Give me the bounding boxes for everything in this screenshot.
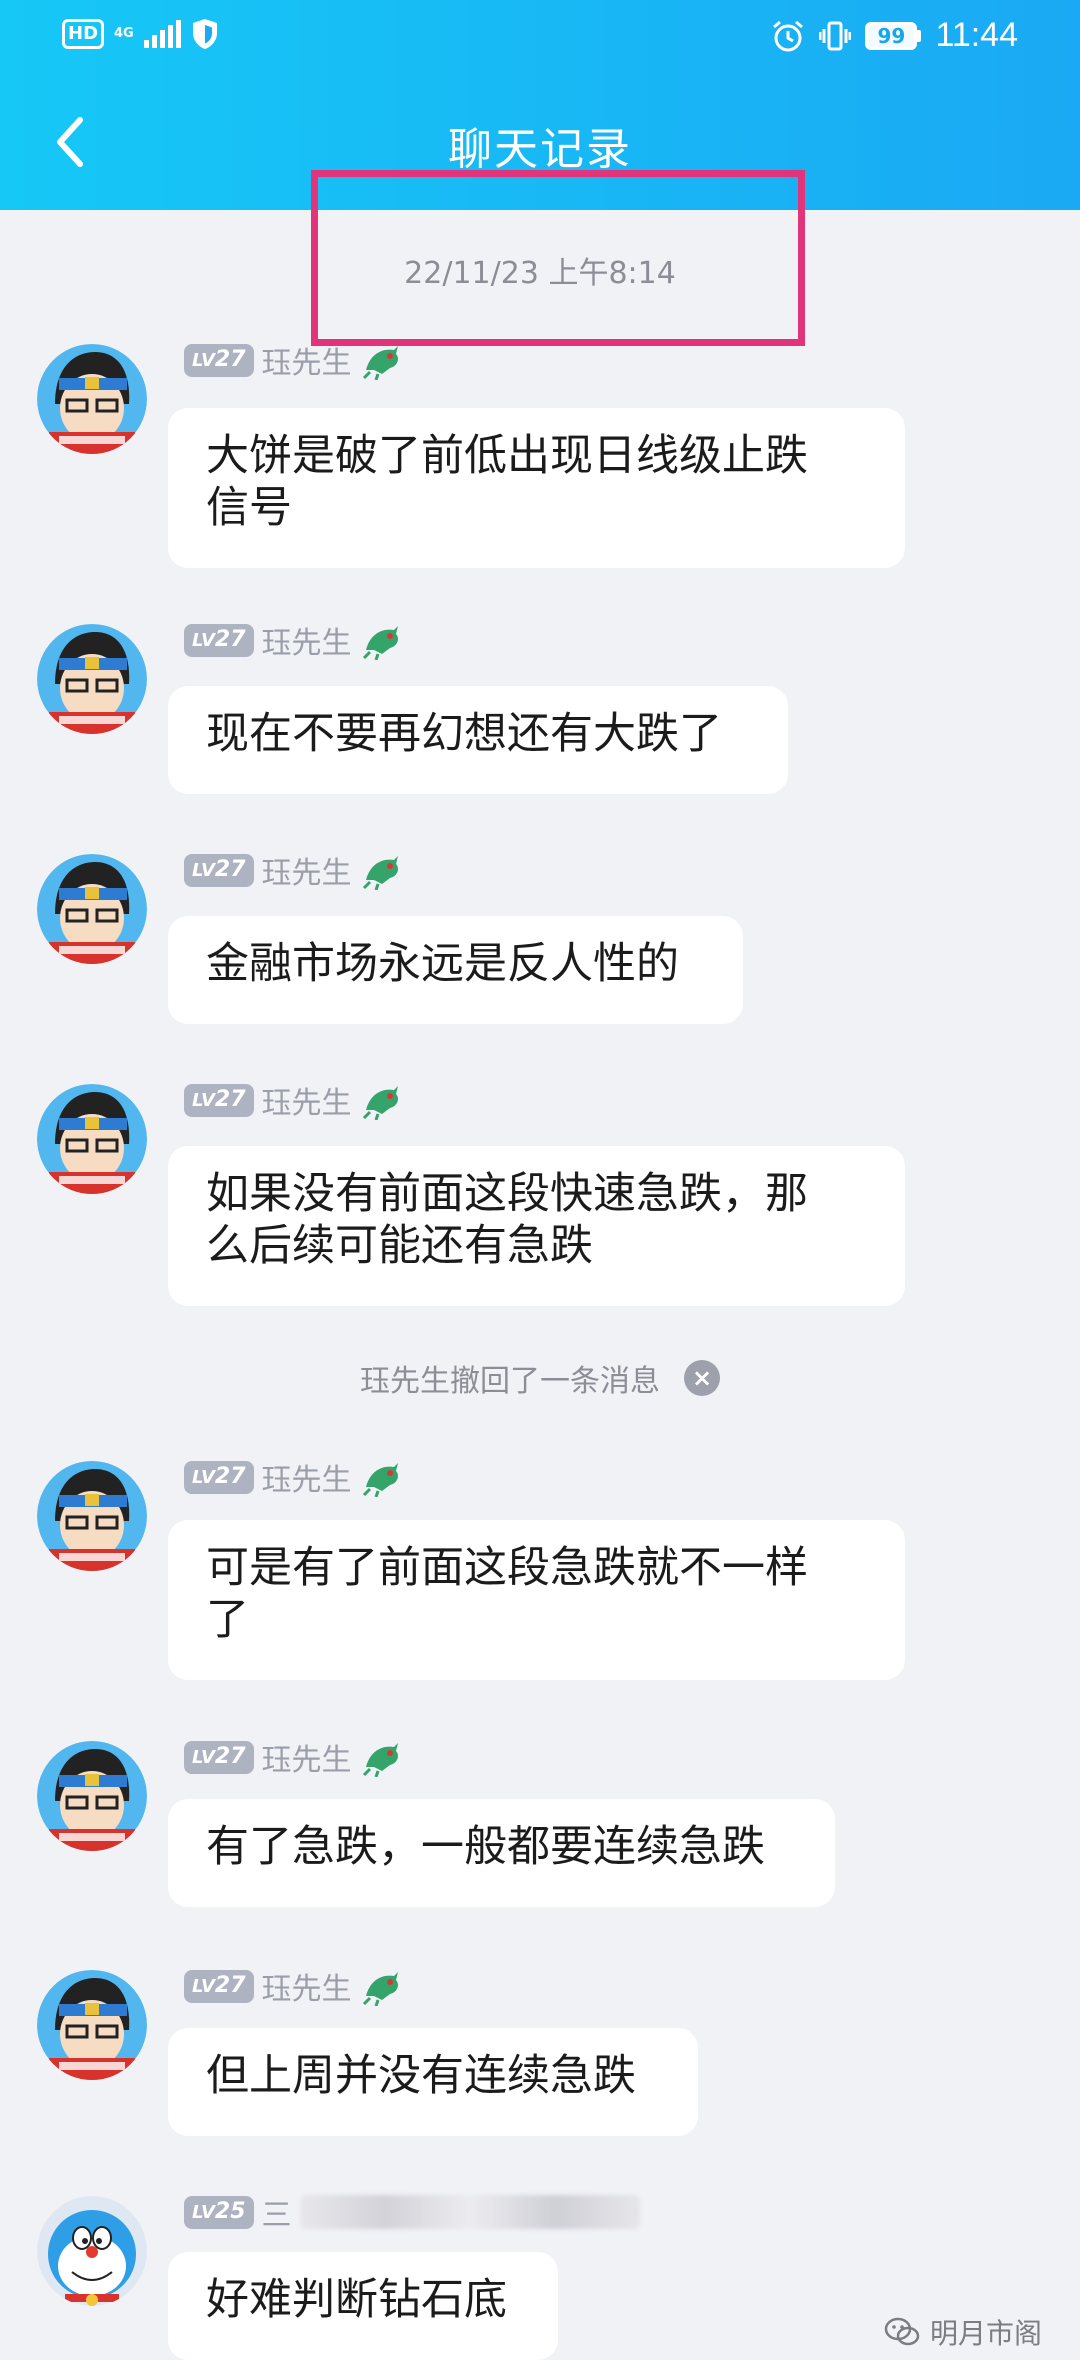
watermark: 明月市阁 (884, 2312, 1042, 2352)
dismiss-icon[interactable]: × (684, 1360, 720, 1396)
message-text-line: 么后续可能还有急跌 (206, 1221, 593, 1271)
dragon-badge-icon (362, 1463, 398, 1497)
avatar[interactable] (37, 854, 147, 964)
message-text-line: 好难判断钻石底 (206, 2275, 507, 2325)
message-bubble[interactable]: 现在不要再幻想还有大跌了 (168, 686, 788, 794)
dragon-badge-icon (362, 856, 398, 890)
status-bar: HD 4G 99 11:44 (0, 0, 1080, 75)
message-text-line: 如果没有前面这段快速急跌，那 (206, 1169, 808, 1219)
sender-name: 三 (261, 2198, 292, 2233)
message-text-line: 可是有了前面这段急跌就不一样 (206, 1543, 808, 1593)
message-text-line: 了 (206, 1595, 249, 1645)
sender-name: 珏先生 (261, 856, 352, 891)
level-badge: LV27 (184, 853, 254, 887)
level-badge: LV27 (184, 1083, 254, 1117)
sender-name: 珏先生 (261, 346, 352, 381)
vibrate-icon (819, 21, 852, 50)
level-badge: LV27 (184, 1969, 254, 2003)
alarm-icon (773, 20, 804, 51)
level-badge: LV27 (184, 343, 254, 377)
dragon-badge-icon (362, 1086, 398, 1120)
message-text-line: 信号 (206, 483, 292, 533)
recall-text: 珏先生撤回了一条消息 (360, 1364, 660, 1399)
message-bubble[interactable]: 有了急跌，一般都要连续急跌 (168, 1799, 835, 1907)
level-badge: LV27 (184, 1740, 254, 1774)
message-bubble[interactable]: 金融市场永远是反人性的 (168, 916, 743, 1024)
message-bubble[interactable]: 大饼是破了前低出现日线级止跌 信号 (168, 408, 905, 568)
battery-level: 99 (865, 21, 918, 50)
message-bubble[interactable]: 但上周并没有连续急跌 (168, 2028, 698, 2136)
avatar[interactable] (37, 1741, 147, 1851)
avatar[interactable] (37, 1084, 147, 1194)
status-time: 11:44 (935, 16, 1018, 54)
message-text-line: 有了急跌，一般都要连续急跌 (206, 1822, 765, 1872)
message-text-line: 现在不要再幻想还有大跌了 (206, 709, 722, 759)
level-badge: LV27 (184, 623, 254, 657)
message-text-line: 大饼是破了前低出现日线级止跌 (206, 431, 808, 481)
level-badge: LV27 (184, 1460, 254, 1494)
sender-name: 珏先生 (261, 1086, 352, 1121)
hd-badge: HD (62, 19, 105, 49)
page-title: 聊天记录 (448, 124, 632, 175)
shield-icon (192, 19, 217, 49)
dragon-badge-icon (362, 1743, 398, 1777)
watermark-text: 明月市阁 (929, 2317, 1042, 2350)
battery-icon: 99 (865, 21, 922, 50)
message-text-line: 但上周并没有连续急跌 (206, 2051, 636, 2101)
message-text-line: 金融市场永远是反人性的 (206, 939, 679, 989)
wechat-icon (884, 2317, 920, 2346)
avatar[interactable] (37, 2196, 147, 2306)
dragon-badge-icon (362, 346, 398, 380)
message-bubble[interactable]: 如果没有前面这段快速急跌，那 么后续可能还有急跌 (168, 1146, 905, 1306)
sender-name: 珏先生 (261, 1743, 352, 1778)
highlight-annotation-box (311, 170, 805, 346)
message-bubble[interactable]: 好难判断钻石底 (168, 2252, 558, 2360)
avatar[interactable] (37, 344, 147, 454)
sender-name: 珏先生 (261, 1463, 352, 1498)
dragon-badge-icon (362, 626, 398, 660)
level-badge: LV25 (184, 2195, 254, 2229)
blurred-name (299, 2195, 640, 2229)
sender-name: 珏先生 (261, 1972, 352, 2007)
network-type: 4G (114, 26, 134, 41)
avatar[interactable] (37, 624, 147, 734)
recall-notice: 珏先生撤回了一条消息 × (0, 1356, 1080, 1400)
sender-name: 珏先生 (261, 626, 352, 661)
message-bubble[interactable]: 可是有了前面这段急跌就不一样 了 (168, 1520, 905, 1680)
dragon-badge-icon (362, 1972, 398, 2006)
signal-icon (143, 20, 181, 48)
avatar[interactable] (37, 1461, 147, 1571)
avatar[interactable] (37, 1970, 147, 2080)
